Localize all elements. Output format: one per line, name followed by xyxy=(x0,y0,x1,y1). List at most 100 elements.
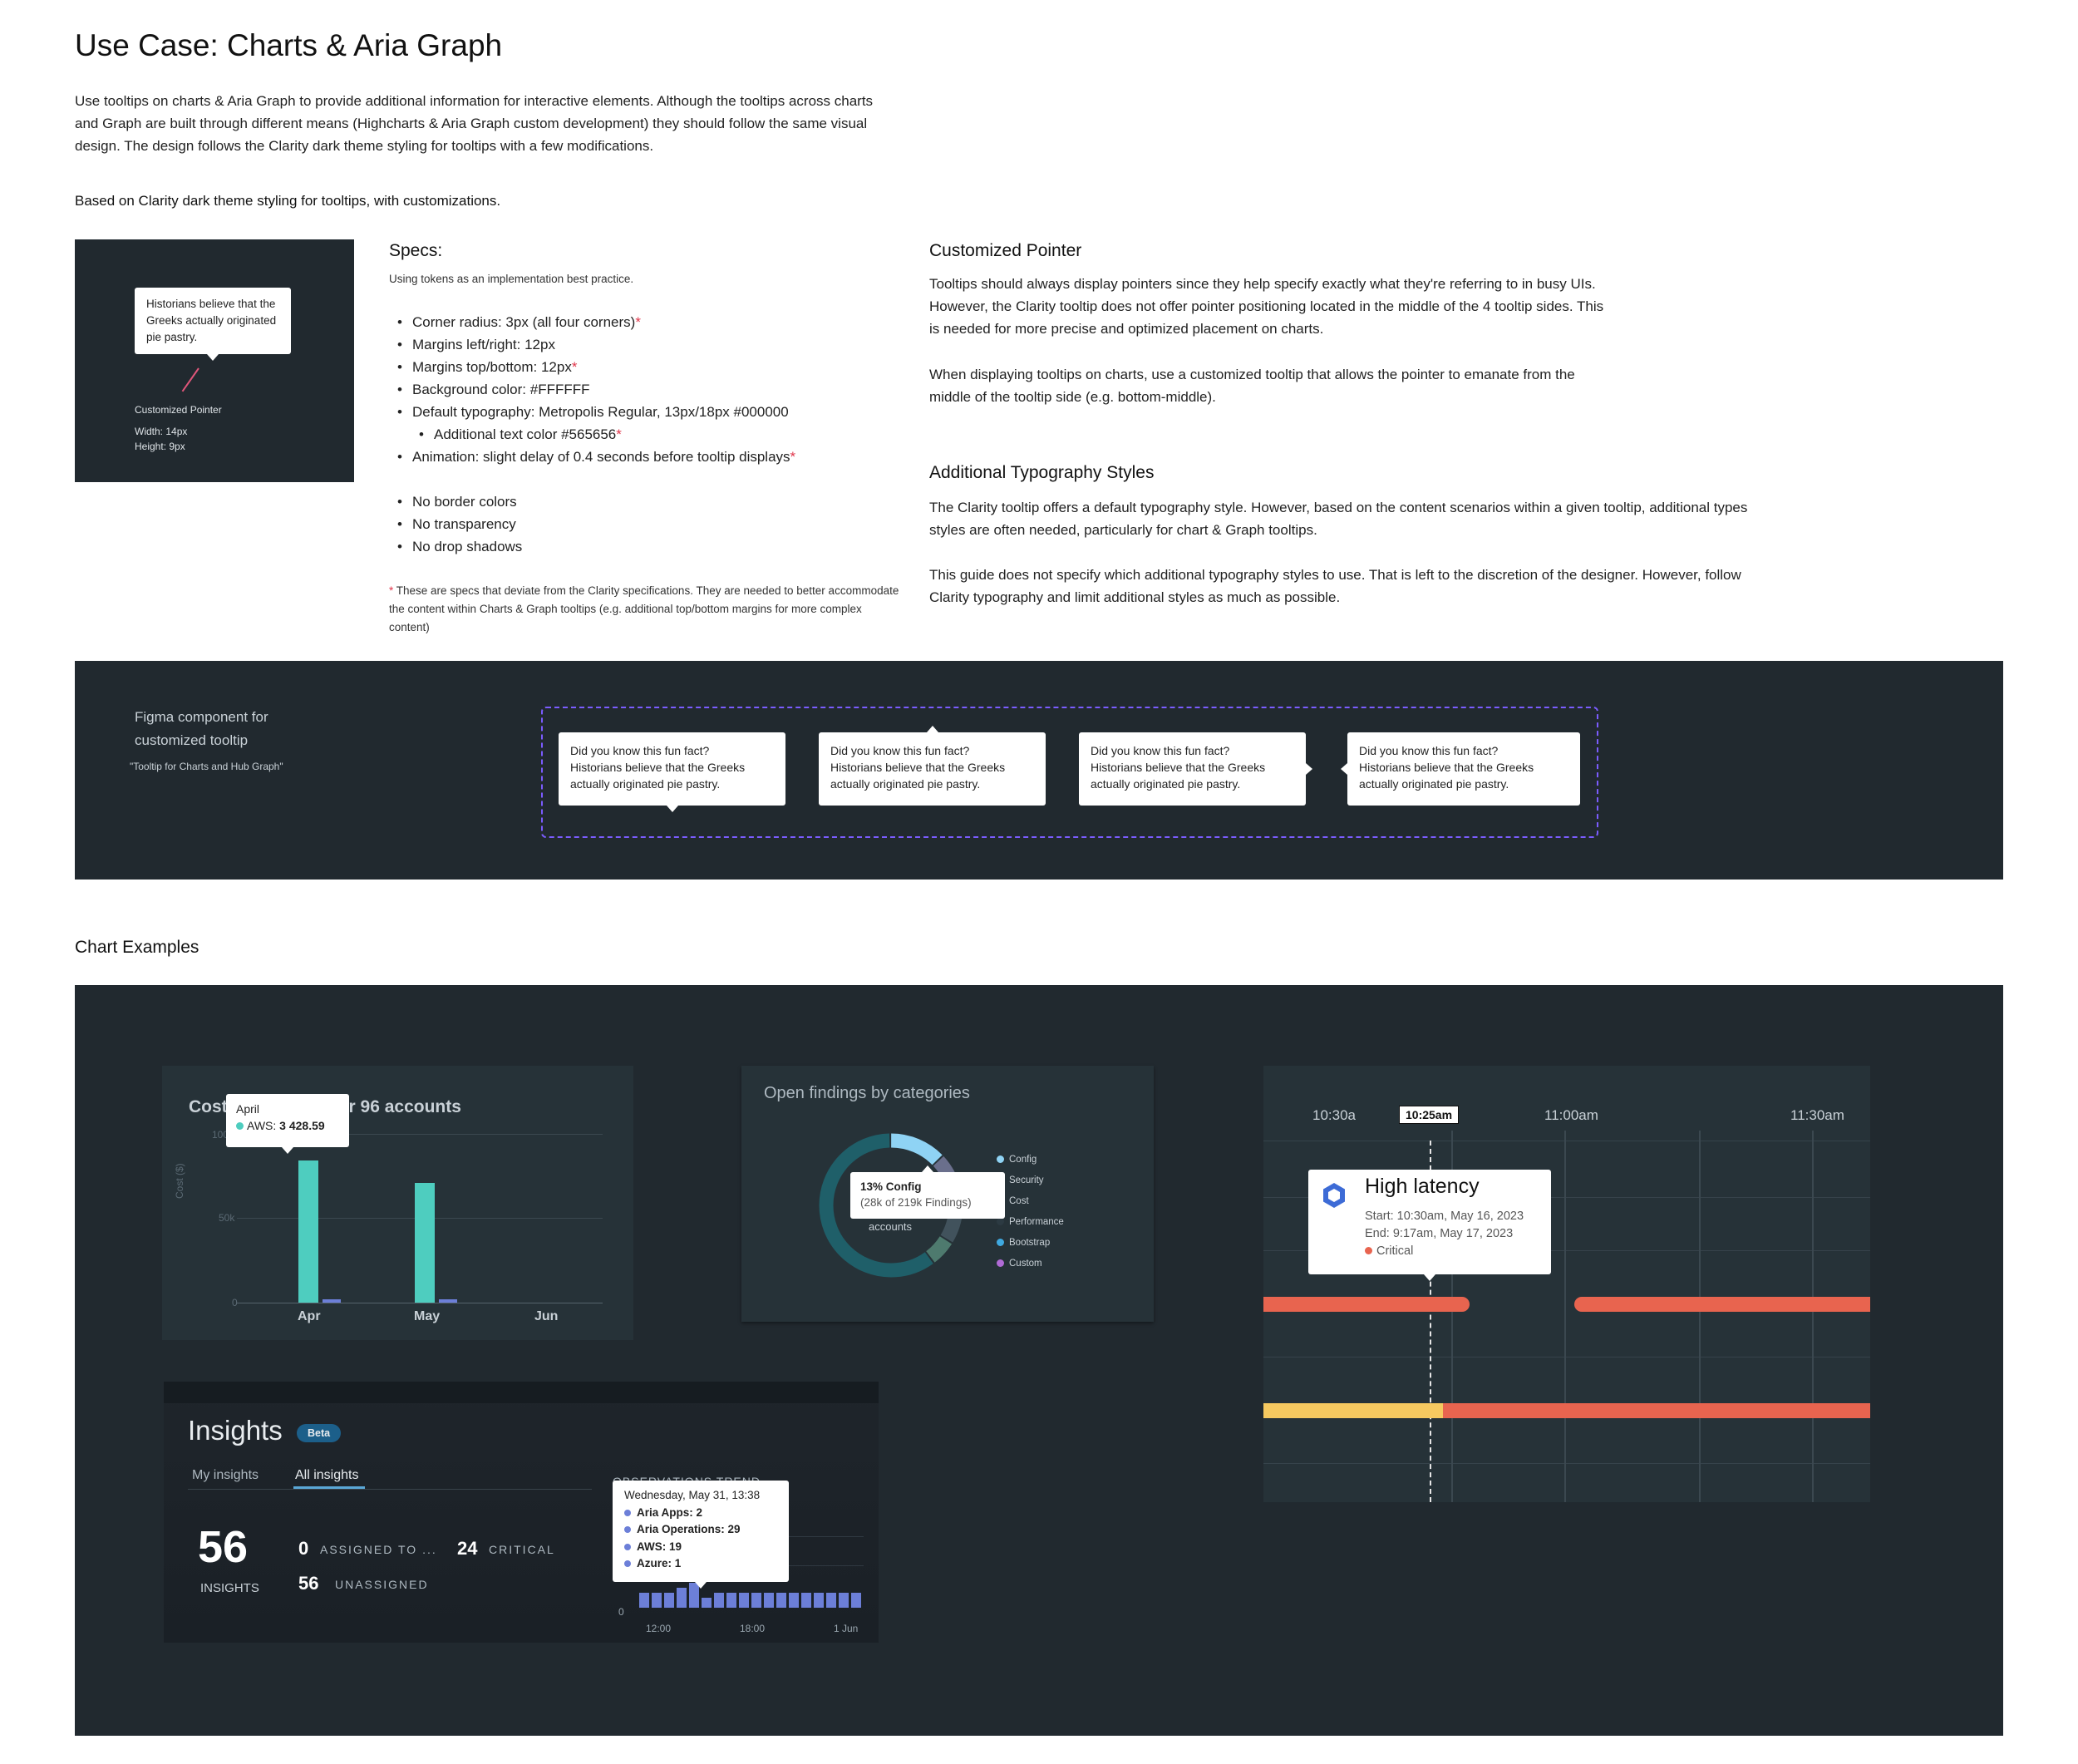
chart-examples-panel: Cost by provider for 96 accounts Cost ($… xyxy=(75,985,2003,1736)
time-label: 11:30am xyxy=(1790,1107,1844,1123)
typography-title: Additional Typography Styles xyxy=(929,463,1155,482)
trend-bar[interactable] xyxy=(664,1593,674,1608)
tooltip-variant-left[interactable]: Did you know this fun fact? Historians b… xyxy=(1341,732,1580,806)
legend-item: Config xyxy=(997,1149,1064,1170)
spec-negative: No drop shadows xyxy=(397,535,522,558)
legend-item: Custom xyxy=(997,1253,1064,1274)
chart-examples-title: Chart Examples xyxy=(75,938,199,957)
figma-component-band: Figma component for customized tooltip "… xyxy=(75,661,2003,880)
spec-item: Margins top/bottom: 12px* xyxy=(397,356,795,378)
trend-bar[interactable] xyxy=(839,1593,849,1608)
findings-title: Open findings by categories xyxy=(764,1084,970,1102)
timeline-gridline xyxy=(1263,1463,1870,1464)
cost-tooltip: April AWS: 3 428.59 xyxy=(226,1094,349,1154)
assigned-label: ASSIGNED TO ... xyxy=(320,1543,437,1556)
hexagon-service-icon xyxy=(1323,1183,1345,1208)
donut-legend: Config Security Cost Performance Bootstrap Cu… xyxy=(997,1149,1064,1274)
customized-pointer-p2: When displaying tooltips on charts, use … xyxy=(929,367,1575,405)
tabs-divider xyxy=(188,1489,592,1490)
timeline-gridline xyxy=(1812,1131,1814,1502)
trend-bar[interactable] xyxy=(776,1593,786,1608)
trend-bar[interactable] xyxy=(764,1593,774,1608)
bar-other-may[interactable] xyxy=(439,1298,457,1303)
donut-center-label: accounts xyxy=(869,1220,913,1233)
trend-bar[interactable] xyxy=(789,1593,799,1608)
tab-my-insights[interactable]: My insights xyxy=(192,1468,259,1483)
event-bar-critical[interactable] xyxy=(1443,1403,1870,1418)
trend-tooltip: Wednesday, May 31, 13:38 Aria Apps: 2 Ari… xyxy=(613,1481,789,1589)
beta-badge: Beta xyxy=(297,1424,342,1442)
pointer-arrow-icon xyxy=(181,367,199,392)
insights-title: Insights xyxy=(188,1415,283,1446)
time-label: 10:30a xyxy=(1312,1107,1356,1123)
specs-title: Specs: xyxy=(389,241,443,260)
specs-negatives: No border colors No transparency No drop… xyxy=(397,490,522,558)
tooltip-variant-top[interactable]: Did you know this fun fact? Historians b… xyxy=(819,726,1046,806)
unassigned-label: UNASSIGNED xyxy=(335,1578,429,1591)
bar-other-apr[interactable] xyxy=(323,1298,341,1303)
legend-item: Security xyxy=(997,1170,1064,1190)
event-bar-critical[interactable] xyxy=(1574,1297,1870,1312)
bar-aws-apr[interactable] xyxy=(298,1160,318,1303)
legend-dot-icon xyxy=(997,1259,1004,1267)
latency-severity: Critical xyxy=(1365,1243,1524,1260)
pointer-height: Height: 9px xyxy=(135,441,185,452)
trend-bar[interactable] xyxy=(677,1588,687,1608)
tab-all-insights[interactable]: All insights xyxy=(295,1468,358,1483)
trend-bar[interactable] xyxy=(739,1593,749,1608)
legend-dot-icon xyxy=(997,1239,1004,1246)
trend-bar[interactable] xyxy=(652,1593,662,1608)
series-dot-icon xyxy=(624,1560,631,1567)
trend-bar[interactable] xyxy=(702,1598,712,1608)
latency-start: Start: 10:30am, May 16, 2023 xyxy=(1365,1210,1524,1223)
trend-bar[interactable] xyxy=(826,1593,836,1608)
tooltip-variant-bottom[interactable]: Did you know this fun fact? Historians b… xyxy=(559,732,785,812)
pointer-caption: Customized Pointer Width: 14px Height: 9… xyxy=(135,402,222,454)
spec-item: Additional text color #565656* xyxy=(397,423,795,446)
assigned-value: 0 xyxy=(298,1538,309,1559)
bar-aws-may[interactable] xyxy=(415,1182,435,1303)
trend-bar[interactable] xyxy=(751,1593,761,1608)
legend-dot-icon xyxy=(997,1218,1004,1225)
legend-item: Performance xyxy=(997,1211,1064,1232)
event-bar-warning[interactable] xyxy=(1263,1403,1443,1418)
timeline-panel: 10:30a 10:25am 11:00am 11:30am High late… xyxy=(1263,1066,1870,1502)
trend-x-tick: 12:00 xyxy=(646,1623,672,1634)
trend-bar[interactable] xyxy=(801,1593,811,1608)
series-dot-icon xyxy=(624,1543,631,1550)
spec-item: Background color: #FFFFFF xyxy=(397,378,795,401)
trend-bar[interactable] xyxy=(639,1593,649,1608)
trend-bar[interactable] xyxy=(814,1593,824,1608)
cost-chart-panel: Cost by provider for 96 accounts Cost ($… xyxy=(162,1066,633,1340)
findings-tooltip: 13% Config (28k of 219k Findings) xyxy=(850,1165,1005,1219)
spec-item: Default typography: Metropolis Regular, … xyxy=(397,401,795,423)
critical-dot-icon xyxy=(1365,1247,1372,1254)
event-bar-critical[interactable] xyxy=(1263,1297,1470,1312)
trend-tooltip-row: Aria Apps: 2 xyxy=(624,1505,777,1522)
y-tick: 0 xyxy=(232,1297,238,1308)
trend-tooltip-row: AWS: 19 xyxy=(624,1539,777,1556)
trend-bar[interactable] xyxy=(726,1593,736,1608)
trend-x-tick: 18:00 xyxy=(740,1623,766,1634)
pointer-caption-title: Customized Pointer xyxy=(135,404,222,416)
timeline-gridline xyxy=(1699,1131,1701,1502)
tooltip-variant-right[interactable]: Did you know this fun fact? Historians b… xyxy=(1079,732,1312,806)
page-title: Use Case: Charts & Aria Graph xyxy=(75,28,503,62)
spec-negative: No border colors xyxy=(397,490,522,513)
specs-footnote: * These are specs that deviate from the … xyxy=(389,584,899,633)
example-tooltip-text: Historians believe that the Greeks actua… xyxy=(146,298,277,343)
trend-bar[interactable] xyxy=(714,1593,724,1608)
typography-p1: The Clarity tooltip offers a default typ… xyxy=(929,500,1748,538)
insights-panel: Insights Beta My insights All insights 5… xyxy=(164,1382,879,1643)
trend-bar[interactable] xyxy=(851,1593,861,1608)
timeline-gridline xyxy=(1564,1131,1566,1502)
latency-title: High latency xyxy=(1365,1175,1480,1198)
customized-pointer-title: Customized Pointer xyxy=(929,241,1082,260)
spec-item: Margins left/right: 12px xyxy=(397,333,795,356)
cost-chart-ylabel: Cost ($) xyxy=(174,1163,185,1199)
legend-item: Bootstrap xyxy=(997,1232,1064,1253)
critical-label: CRITICAL xyxy=(489,1543,555,1556)
series-dot-icon xyxy=(624,1509,631,1516)
figma-title: Figma component for customized tooltip xyxy=(135,709,268,748)
trend-y-zero: 0 xyxy=(618,1606,624,1618)
